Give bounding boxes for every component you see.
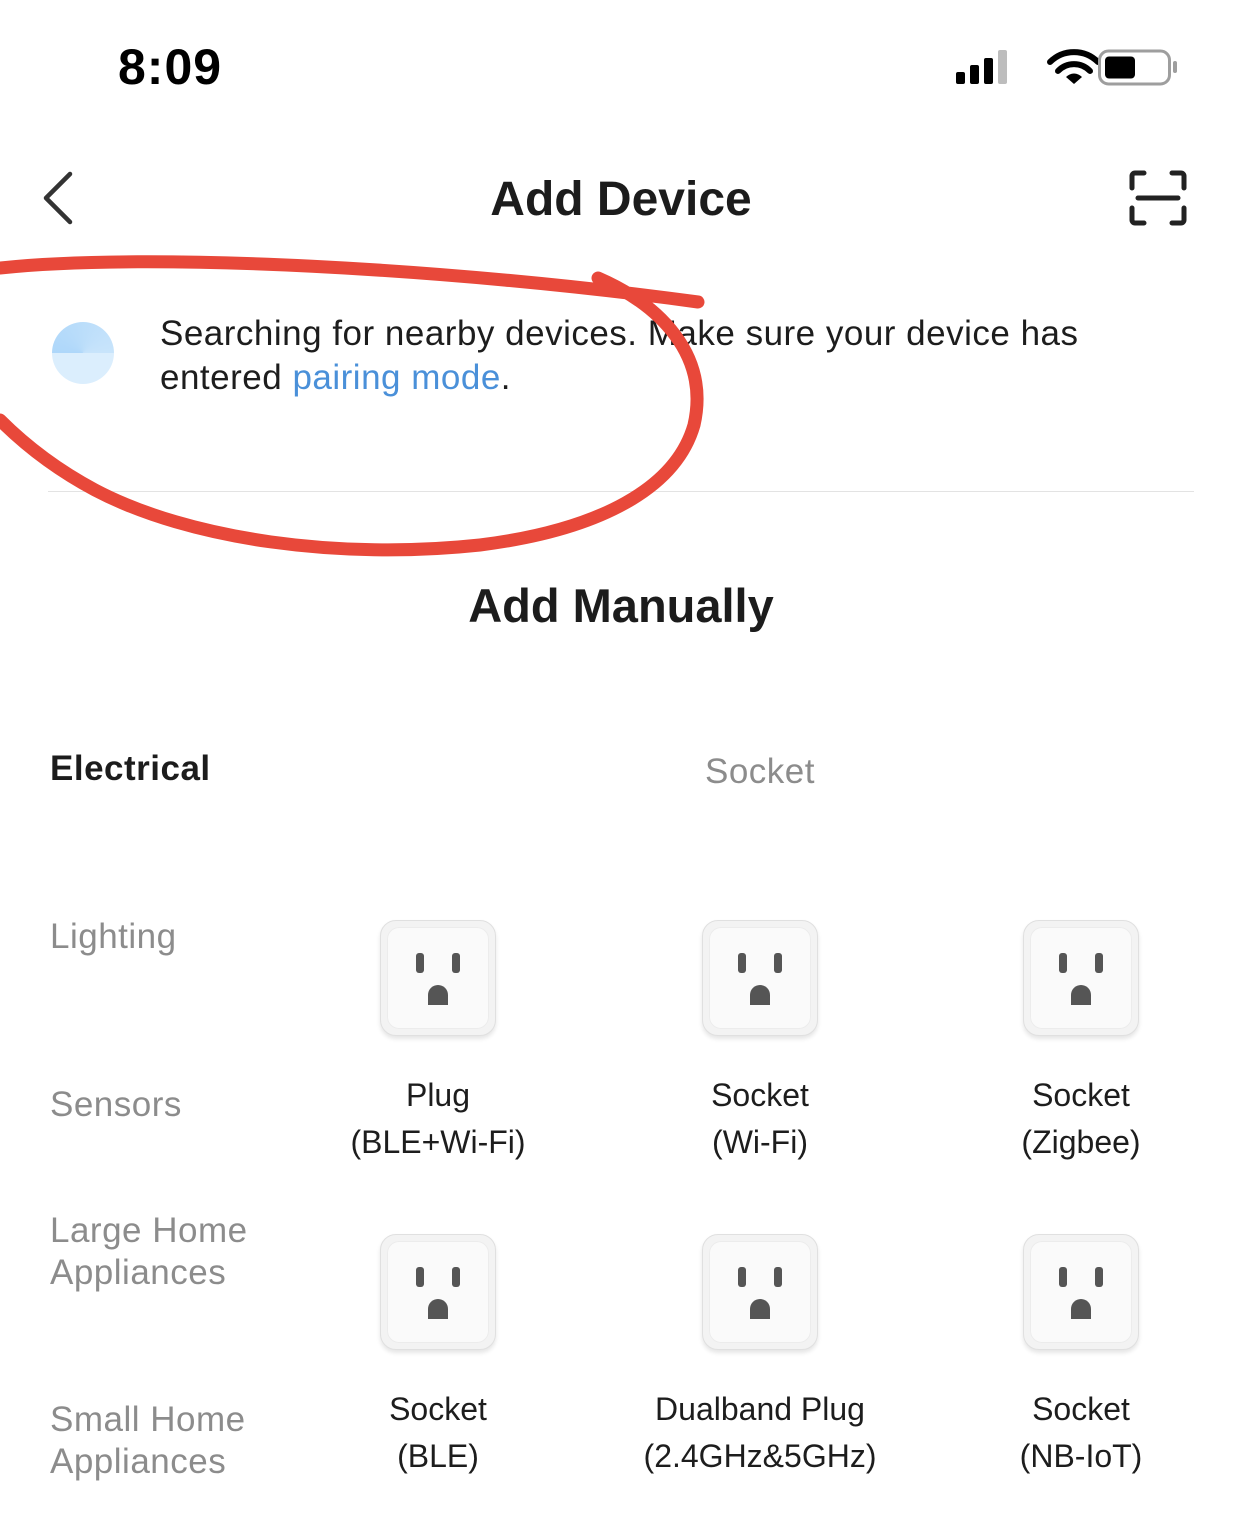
- outlet-icon: [702, 1234, 818, 1350]
- category-sensors[interactable]: Sensors: [50, 1084, 182, 1126]
- scan-qr-icon: [1129, 170, 1187, 226]
- outlet-icon: [1023, 1234, 1139, 1350]
- device-label: Socket (BLE): [389, 1391, 487, 1474]
- search-text-end: .: [500, 358, 512, 397]
- outlet-icon: [1023, 920, 1139, 1036]
- subcategory-title: Socket: [705, 752, 815, 791]
- wifi-icon: [1047, 49, 1101, 84]
- device-item[interactable]: Socket (Wi-Fi): [610, 920, 910, 1166]
- device-item[interactable]: Socket (BLE): [288, 1234, 588, 1480]
- device-label: Socket (Wi-Fi): [711, 1077, 809, 1160]
- device-label: Plug (BLE+Wi-Fi): [350, 1077, 526, 1160]
- outlet-icon: [380, 1234, 496, 1350]
- category-large-home-appliances[interactable]: Large Home Appliances: [50, 1210, 250, 1294]
- category-electrical[interactable]: Electrical: [50, 748, 211, 790]
- device-label: Socket (NB-IoT): [1019, 1391, 1143, 1474]
- status-icons: [956, 48, 1182, 88]
- search-status-text: Searching for nearby devices. Make sure …: [160, 312, 1160, 400]
- device-item[interactable]: Dualband Plug (2.4GHz&5GHz): [610, 1234, 910, 1480]
- cellular-signal-icon: [956, 50, 1007, 84]
- device-label: Socket (Zigbee): [1021, 1077, 1141, 1160]
- device-item[interactable]: Plug (BLE+Wi-Fi): [288, 920, 588, 1166]
- device-label: Dualband Plug (2.4GHz&5GHz): [643, 1391, 877, 1474]
- category-small-home-appliances[interactable]: Small Home Appliances: [50, 1399, 280, 1483]
- status-time: 8:09: [118, 39, 223, 95]
- page-title: Add Device: [490, 173, 752, 226]
- category-lighting[interactable]: Lighting: [50, 916, 177, 958]
- searching-spinner: [52, 322, 114, 384]
- device-item[interactable]: Socket (NB-IoT): [931, 1234, 1231, 1480]
- outlet-icon: [380, 920, 496, 1036]
- pairing-mode-link[interactable]: pairing mode: [292, 358, 500, 397]
- outlet-icon: [702, 920, 818, 1036]
- scan-button[interactable]: [1120, 166, 1196, 230]
- battery-icon: [1098, 49, 1177, 86]
- device-item[interactable]: Socket (Zigbee): [931, 920, 1231, 1166]
- section-divider: [48, 491, 1194, 492]
- add-manually-title: Add Manually: [468, 579, 774, 632]
